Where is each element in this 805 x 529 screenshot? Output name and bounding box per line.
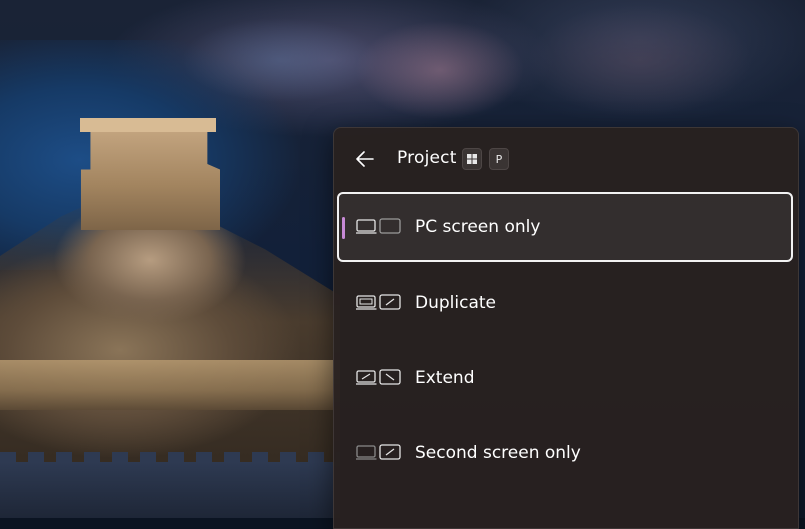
pc-screen-only-icon <box>356 218 401 234</box>
extend-icon <box>356 369 401 385</box>
second-screen-only-icon <box>356 444 401 460</box>
option-label: Second screen only <box>415 443 581 463</box>
windows-key-badge <box>462 148 482 170</box>
project-flyout: Project P PC screen only Duplicate Exten… <box>333 127 799 529</box>
option-label: PC screen only <box>415 217 541 237</box>
selection-indicator <box>342 217 345 239</box>
wallpaper-cliffs <box>120 0 805 140</box>
back-arrow-icon <box>356 151 374 167</box>
option-second-screen-only[interactable]: Second screen only <box>337 418 793 488</box>
windows-logo-icon <box>467 154 477 164</box>
duplicate-icon <box>356 294 401 310</box>
option-pc-screen-only[interactable]: PC screen only <box>337 192 793 262</box>
wallpaper-rock-ledge <box>0 360 340 410</box>
p-key-badge: P <box>489 148 509 170</box>
flyout-title: Project <box>397 148 457 168</box>
flyout-header: Project P <box>334 128 798 190</box>
wallpaper-castle-roof <box>80 118 216 132</box>
option-label: Duplicate <box>415 293 496 313</box>
option-label: Extend <box>415 368 475 388</box>
wallpaper-wall <box>0 462 340 518</box>
back-button[interactable] <box>350 144 380 174</box>
option-duplicate[interactable]: Duplicate <box>337 268 793 338</box>
option-extend[interactable]: Extend <box>337 343 793 413</box>
